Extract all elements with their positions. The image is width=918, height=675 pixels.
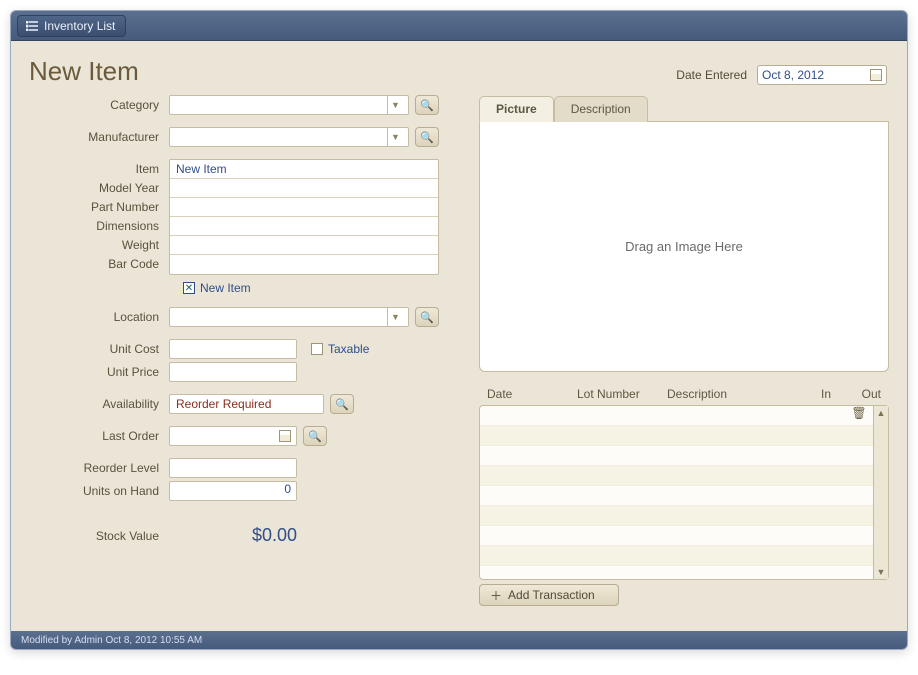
- date-entered-field[interactable]: Oct 8, 2012: [757, 65, 887, 85]
- item-input[interactable]: New Item: [170, 160, 438, 179]
- last-order-label: Last Order: [29, 429, 169, 443]
- new-item-checkbox-label: New Item: [200, 281, 251, 295]
- table-row[interactable]: [480, 446, 873, 466]
- availability-search-button[interactable]: 🔍: [330, 394, 354, 414]
- transactions-header: Date Lot Number Description In Out: [479, 387, 889, 405]
- reorder-level-label: Reorder Level: [29, 461, 169, 475]
- chevron-down-icon[interactable]: ▼: [387, 96, 403, 114]
- manufacturer-search-button[interactable]: 🔍: [415, 127, 439, 147]
- category-combo[interactable]: ▼: [169, 95, 409, 115]
- status-bar: Modified by Admin Oct 8, 2012 10:55 AM: [11, 631, 907, 649]
- calendar-icon[interactable]: [870, 69, 882, 81]
- th-lot: Lot Number: [573, 387, 663, 401]
- search-icon: 🔍: [420, 131, 434, 144]
- status-text: Modified by Admin Oct 8, 2012 10:55 AM: [21, 635, 202, 646]
- app-window: Inventory List New Item Date Entered Oct…: [10, 10, 908, 650]
- plus-icon: ＋: [490, 587, 502, 604]
- scroll-up-icon[interactable]: ▲: [874, 406, 888, 420]
- add-transaction-label: Add Transaction: [508, 588, 595, 602]
- dimensions-input[interactable]: [170, 217, 438, 236]
- table-row[interactable]: [480, 466, 873, 486]
- th-date: Date: [483, 387, 573, 401]
- chevron-down-icon[interactable]: ▼: [387, 128, 403, 146]
- transactions-rows: 🗑: [480, 406, 873, 579]
- stock-value-label: Stock Value: [29, 529, 169, 543]
- location-label: Location: [29, 310, 169, 324]
- add-transaction-button[interactable]: ＋ Add Transaction: [479, 584, 619, 606]
- toolbar: Inventory List: [11, 11, 907, 41]
- taxable-label: Taxable: [328, 342, 369, 356]
- reorder-level-input[interactable]: [169, 458, 297, 478]
- checkbox-icon: ✕: [183, 282, 195, 294]
- table-row[interactable]: [480, 526, 873, 546]
- date-entered-label: Date Entered: [676, 68, 747, 82]
- th-in: In: [785, 387, 835, 401]
- last-order-input[interactable]: [169, 426, 297, 446]
- bar-code-label: Bar Code: [29, 254, 159, 273]
- scrollbar[interactable]: ▲ ▼: [873, 406, 888, 579]
- item-details-stack: New Item: [169, 159, 439, 275]
- search-icon: 🔍: [308, 430, 322, 443]
- part-number-input[interactable]: [170, 198, 438, 217]
- table-row[interactable]: [480, 546, 873, 566]
- search-icon: 🔍: [335, 398, 349, 411]
- trash-icon[interactable]: 🗑: [849, 406, 869, 425]
- availability-label: Availability: [29, 397, 169, 411]
- picture-dropzone[interactable]: Drag an Image Here: [479, 122, 889, 372]
- unit-price-input[interactable]: [169, 362, 297, 382]
- part-number-label: Part Number: [29, 197, 159, 216]
- unit-price-label: Unit Price: [29, 365, 169, 379]
- th-out: Out: [835, 387, 885, 401]
- form-left-column: Category ▼ 🔍 Manufacturer ▼ 🔍: [29, 95, 449, 631]
- picture-placeholder: Drag an Image Here: [625, 239, 743, 254]
- inventory-list-label: Inventory List: [44, 19, 115, 33]
- table-row[interactable]: [480, 506, 873, 526]
- availability-input[interactable]: Reorder Required: [169, 394, 324, 414]
- right-column: Picture Description Drag an Image Here D…: [479, 95, 889, 631]
- weight-label: Weight: [29, 235, 159, 254]
- date-entered-value: Oct 8, 2012: [762, 68, 824, 82]
- scroll-down-icon[interactable]: ▼: [874, 565, 888, 579]
- location-search-button[interactable]: 🔍: [415, 307, 439, 327]
- manufacturer-label: Manufacturer: [29, 130, 169, 144]
- item-label: Item: [29, 159, 159, 178]
- table-row[interactable]: [480, 426, 873, 446]
- chevron-down-icon[interactable]: ▼: [387, 308, 403, 326]
- tab-picture[interactable]: Picture: [479, 96, 554, 122]
- tabs: Picture Description: [479, 95, 889, 122]
- content-area: New Item Date Entered Oct 8, 2012 Catego…: [11, 41, 907, 631]
- location-combo[interactable]: ▼: [169, 307, 409, 327]
- table-row[interactable]: 🗑: [480, 406, 873, 426]
- model-year-input[interactable]: [170, 179, 438, 198]
- last-order-search-button[interactable]: 🔍: [303, 426, 327, 446]
- unit-cost-input[interactable]: [169, 339, 297, 359]
- units-on-hand-input[interactable]: 0: [169, 481, 297, 501]
- search-icon: 🔍: [420, 99, 434, 112]
- taxable-checkbox[interactable]: Taxable: [311, 342, 369, 356]
- list-icon: [26, 21, 38, 31]
- dimensions-label: Dimensions: [29, 216, 159, 235]
- inventory-list-button[interactable]: Inventory List: [17, 15, 126, 37]
- new-item-checkbox[interactable]: ✕ New Item: [183, 281, 251, 295]
- table-row[interactable]: [480, 486, 873, 506]
- calendar-icon[interactable]: [279, 430, 291, 442]
- date-entered-group: Date Entered Oct 8, 2012: [676, 65, 887, 85]
- category-search-button[interactable]: 🔍: [415, 95, 439, 115]
- unit-cost-label: Unit Cost: [29, 342, 169, 356]
- model-year-label: Model Year: [29, 178, 159, 197]
- manufacturer-combo[interactable]: ▼: [169, 127, 409, 147]
- bar-code-input[interactable]: [170, 255, 438, 274]
- units-on-hand-label: Units on Hand: [29, 484, 169, 498]
- transactions-table: 🗑 ▲ ▼: [479, 405, 889, 580]
- tab-description[interactable]: Description: [554, 96, 648, 122]
- weight-input[interactable]: [170, 236, 438, 255]
- stock-value: $0.00: [169, 525, 297, 546]
- search-icon: 🔍: [420, 311, 434, 324]
- category-label: Category: [29, 98, 169, 112]
- th-description: Description: [663, 387, 785, 401]
- checkbox-icon: [311, 343, 323, 355]
